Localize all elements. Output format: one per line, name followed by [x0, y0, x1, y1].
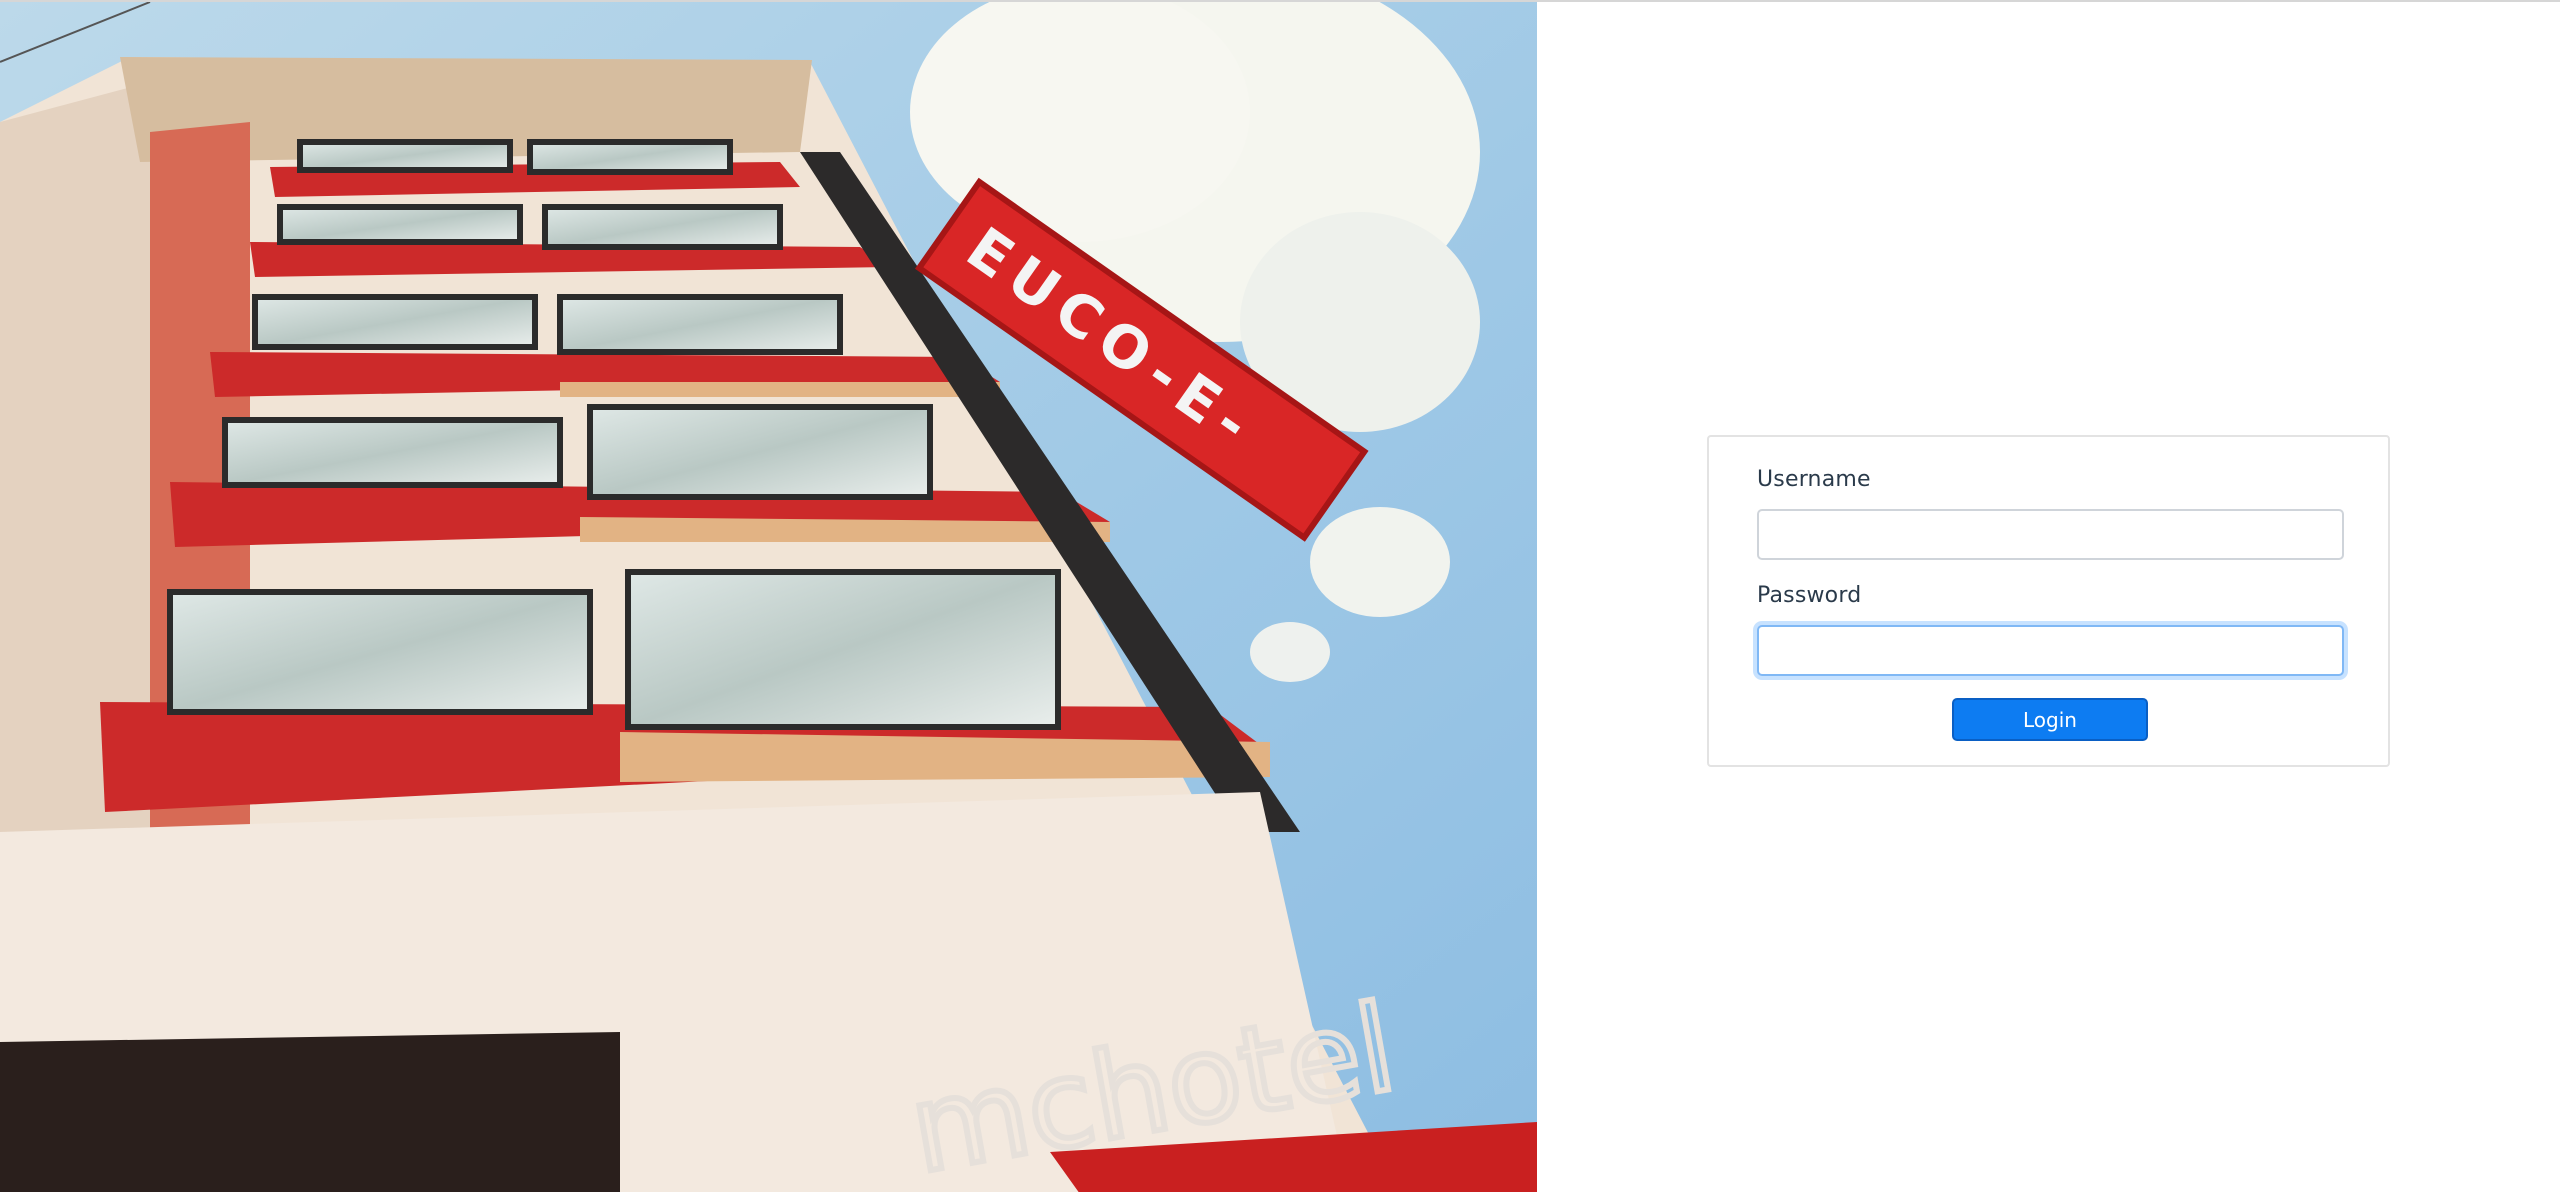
username-input[interactable] [1757, 509, 2344, 560]
hotel-hero-image: mchotel EUCO-E- [0, 2, 1537, 1192]
username-label: Username [1757, 467, 1871, 492]
login-form: Username Password Login [1707, 435, 2390, 767]
password-input[interactable] [1757, 625, 2344, 676]
login-button[interactable]: Login [1952, 698, 2148, 741]
login-page: mchotel EUCO-E- Username Password Login [0, 0, 2560, 1192]
password-label: Password [1757, 583, 1862, 608]
